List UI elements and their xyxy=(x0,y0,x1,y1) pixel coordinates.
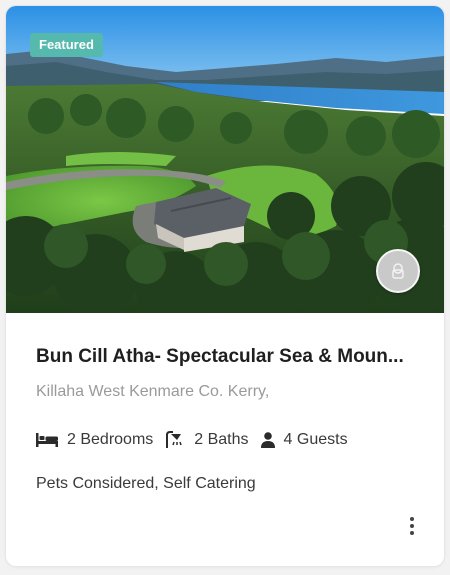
bedrooms-label: 2 Bedrooms xyxy=(67,431,154,448)
amenities-row: 2 Bedrooms 2 Baths 4 Guests xyxy=(36,431,360,449)
listing-tags: Pets Considered, Self Catering xyxy=(36,475,256,492)
listing-title[interactable]: Bun Cill Atha- Spectacular Sea & Moun... xyxy=(36,346,421,368)
listing-photo[interactable]: Featured xyxy=(6,6,444,313)
listing-address: Killaha West Kenmare Co. Kerry, xyxy=(36,383,270,400)
bedrooms-amenity: 2 Bedrooms xyxy=(36,431,153,449)
guests-label: 4 Guests xyxy=(283,431,348,448)
listing-card[interactable]: Featured Bun Cill Atha- Spectacular Sea … xyxy=(6,6,444,566)
agent-avatar[interactable] xyxy=(376,249,420,293)
featured-badge: Featured xyxy=(30,33,103,57)
baths-label: 2 Baths xyxy=(194,431,249,448)
guests-amenity: 4 Guests xyxy=(260,431,348,449)
more-vertical-icon[interactable] xyxy=(404,514,420,538)
user-icon xyxy=(260,432,275,448)
shower-icon xyxy=(165,431,185,449)
bed-icon xyxy=(36,433,58,447)
baths-amenity: 2 Baths xyxy=(165,431,249,449)
user-avatar-icon xyxy=(392,263,404,279)
